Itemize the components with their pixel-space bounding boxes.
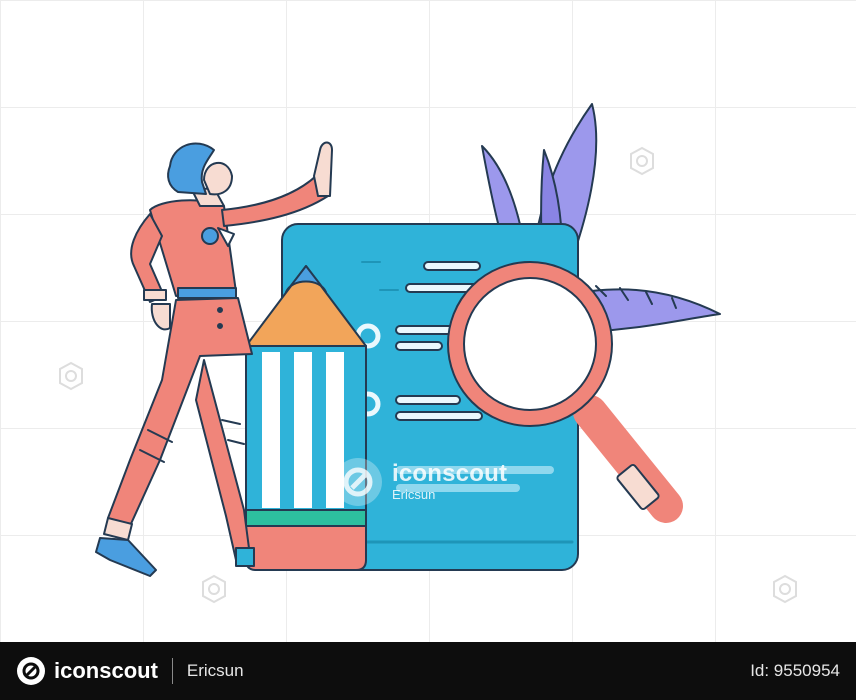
footer-brand: iconscout [54, 658, 158, 683]
iconscout-logo-icon [334, 458, 382, 506]
illustration [95, 103, 721, 577]
footer-bar: iconscout Ericsun Id: 9550954 [0, 642, 856, 700]
watermark-brand: iconscout [392, 460, 508, 487]
iconscout-logo-icon [17, 657, 45, 685]
center-watermark: iconscout Ericsun [332, 456, 507, 508]
footer-logo[interactable]: iconscout [16, 656, 158, 686]
watermark-author: Ericsun [392, 487, 436, 502]
asset-id: Id: 9550954 [750, 661, 840, 680]
footer-divider [171, 658, 173, 684]
footer-author[interactable]: Ericsun [187, 661, 244, 681]
